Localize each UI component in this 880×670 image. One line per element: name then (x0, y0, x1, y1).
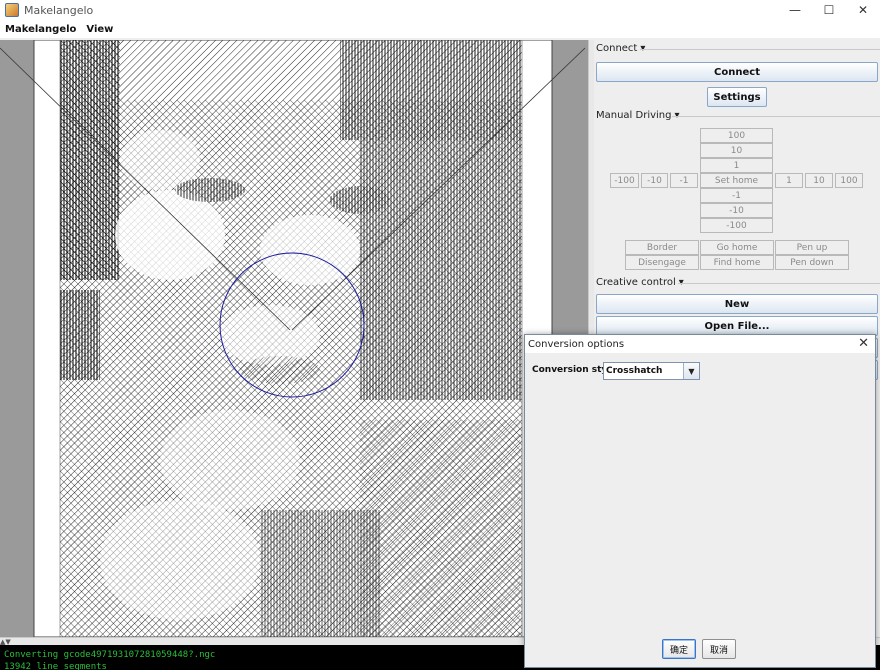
set-home-button[interactable]: Set home (700, 173, 773, 188)
pen-down-button[interactable]: Pen down (775, 255, 849, 270)
drawing-canvas[interactable] (0, 40, 588, 637)
jog-x-minus-10[interactable]: -10 (641, 173, 668, 188)
new-button[interactable]: New (596, 294, 878, 314)
jog-y-plus-1[interactable]: 1 (700, 158, 773, 173)
border-button[interactable]: Border (625, 240, 699, 255)
go-home-button[interactable]: Go home (700, 240, 774, 255)
title-bar: Makelangelo — ☐ ✕ (0, 0, 880, 20)
jog-x-plus-10[interactable]: 10 (805, 173, 833, 188)
dialog-title: Conversion options (525, 335, 875, 353)
app-icon (5, 3, 19, 17)
menu-view[interactable]: View (81, 24, 118, 35)
connect-section-label: Connect (596, 43, 638, 54)
menu-makelangelo[interactable]: Makelangelo (0, 24, 81, 35)
cancel-button[interactable]: 取消 (702, 639, 736, 659)
open-file-button[interactable]: Open File... (596, 316, 878, 336)
frame-overlay (0, 40, 586, 637)
manual-driving-header[interactable]: Manual Driving ▾ (596, 110, 680, 121)
pen-up-button[interactable]: Pen up (775, 240, 849, 255)
jog-x-plus-1[interactable]: 1 (775, 173, 803, 188)
minimize-icon[interactable]: — (778, 0, 812, 20)
conversion-style-value: Crosshatch (606, 366, 663, 376)
window-title: Makelangelo (24, 3, 94, 17)
jog-y-minus-100[interactable]: -100 (700, 218, 773, 233)
menu-bar: Makelangelo View (0, 20, 880, 38)
connect-section-header[interactable]: Connect ▾ (596, 43, 645, 54)
find-home-button[interactable]: Find home (700, 255, 774, 270)
creative-control-label: Creative control (596, 277, 676, 288)
conversion-options-dialog: Conversion options ✕ Conversion style Cr… (524, 334, 876, 668)
jog-y-plus-10[interactable]: 10 (700, 143, 773, 158)
settings-button[interactable]: Settings (707, 87, 767, 107)
jog-y-minus-1[interactable]: -1 (700, 188, 773, 203)
connect-button[interactable]: Connect (596, 62, 878, 82)
creative-control-header[interactable]: Creative control ▾ (596, 277, 684, 288)
divider (678, 283, 880, 284)
divider (640, 49, 880, 50)
close-icon[interactable]: ✕ (846, 0, 880, 20)
manual-driving-label: Manual Driving (596, 110, 672, 121)
maximize-icon[interactable]: ☐ (812, 0, 846, 20)
close-icon[interactable]: ✕ (858, 336, 869, 351)
jog-x-plus-100[interactable]: 100 (835, 173, 863, 188)
jog-x-minus-100[interactable]: -100 (610, 173, 639, 188)
makelangelo-window: Makelangelo — ☐ ✕ Makelangelo View Conne… (0, 0, 880, 670)
plotter-head-circle (219, 252, 365, 398)
chevron-down-icon[interactable]: ▼ (683, 363, 699, 379)
divider (672, 116, 880, 117)
disengage-button[interactable]: Disengage (625, 255, 699, 270)
jog-y-plus-100[interactable]: 100 (700, 128, 773, 143)
jog-y-minus-10[interactable]: -10 (700, 203, 773, 218)
conversion-style-select[interactable]: Crosshatch ▼ (603, 362, 700, 380)
jog-x-minus-1[interactable]: -1 (670, 173, 698, 188)
window-controls: — ☐ ✕ (778, 0, 880, 20)
ok-button[interactable]: 确定 (662, 639, 696, 659)
